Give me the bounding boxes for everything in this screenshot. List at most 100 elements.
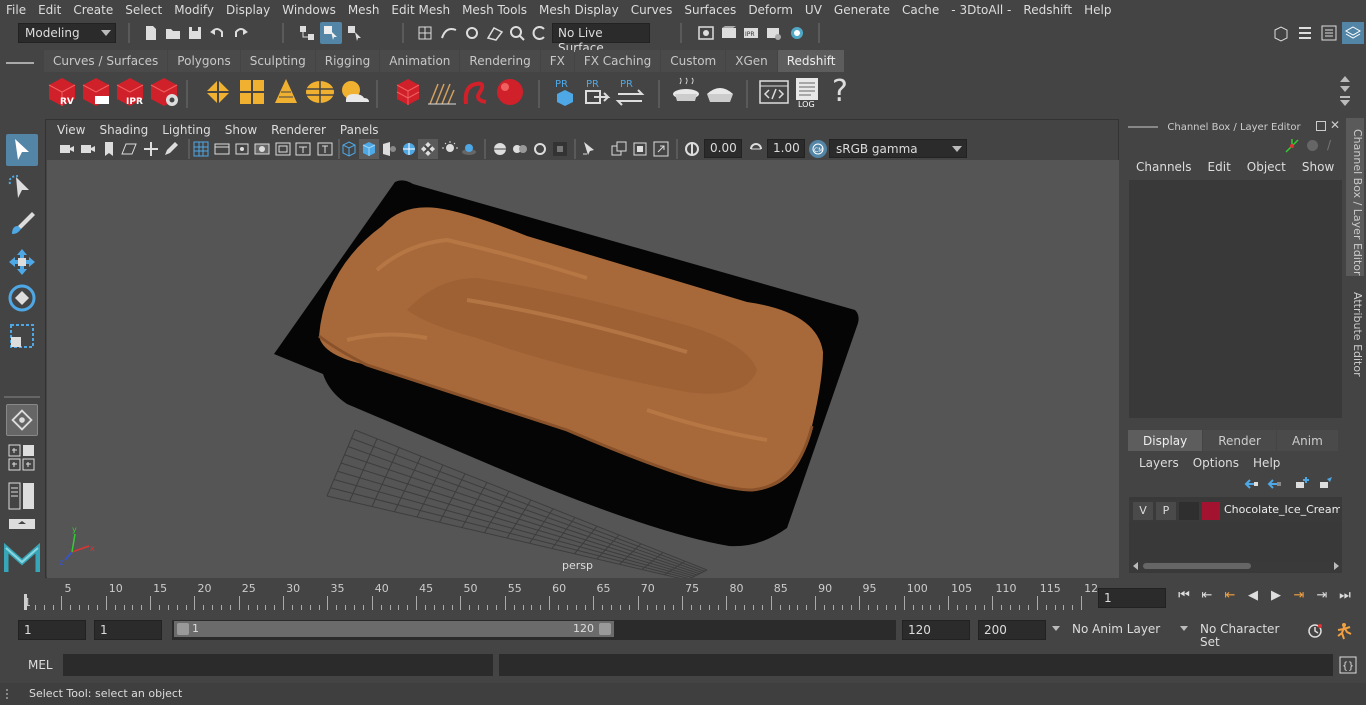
menu-edit[interactable]: Edit — [32, 3, 67, 17]
depth-of-field-icon[interactable] — [531, 140, 549, 158]
2d-pan-zoom-icon[interactable] — [142, 140, 160, 158]
layout-single-icon[interactable] — [8, 518, 36, 530]
step-forward-key-icon[interactable]: ⇥ — [1291, 588, 1307, 603]
resolution-gate-icon[interactable] — [233, 140, 251, 158]
command-input[interactable] — [63, 654, 493, 676]
scrollbar-thumb[interactable] — [1143, 563, 1251, 569]
time-slider-track[interactable]: 1 5 10 15 20 25 30 35 40 45 50 55 60 65 70 75 80 85 90 95 10… — [22, 580, 1098, 614]
range-slider-track[interactable]: 1 120 — [172, 620, 896, 640]
new-layer-selected-icon[interactable] — [1318, 476, 1334, 492]
gamma-field[interactable]: 1.00 — [767, 139, 805, 158]
menu-uv[interactable]: UV — [799, 3, 828, 17]
shelf-scroll-icon[interactable] — [1340, 76, 1352, 112]
layer-menu-options[interactable]: Options — [1186, 456, 1246, 470]
shelf-tab-redshift[interactable]: Redshift — [777, 50, 845, 72]
menu-display[interactable]: Display — [220, 3, 276, 17]
redshift-settings-icon[interactable] — [148, 76, 180, 108]
character-set-dropdown[interactable]: No Character Set — [1178, 620, 1296, 649]
redshift-hair-icon[interactable] — [426, 76, 458, 108]
scale-tool-button[interactable] — [6, 320, 38, 352]
script-language-toggle[interactable]: MEL — [28, 658, 53, 672]
close-icon[interactable]: ✕ — [1330, 118, 1340, 132]
layer-menu-layers[interactable]: Layers — [1132, 456, 1186, 470]
speed-icon[interactable] — [1307, 140, 1318, 151]
rotate-tool-button[interactable] — [6, 282, 38, 314]
play-forwards-icon[interactable]: ▶ — [1268, 588, 1284, 603]
ipr-render-icon[interactable]: IPR — [742, 24, 760, 42]
snap-point-icon[interactable] — [463, 24, 481, 42]
redshift-ipr-icon[interactable]: IPR — [114, 76, 146, 108]
redshift-curve-icon[interactable] — [460, 76, 492, 108]
channel-menu-channels[interactable]: Channels — [1128, 160, 1200, 174]
tool-settings-toggle-icon[interactable] — [1320, 24, 1338, 42]
shelf-tab-fx[interactable]: FX — [540, 50, 574, 72]
layer-color-swatch[interactable] — [1202, 502, 1220, 520]
menu-mesh-tools[interactable]: Mesh Tools — [456, 3, 533, 17]
viewport-menu-panels[interactable]: Panels — [333, 123, 386, 137]
viewport-menu-show[interactable]: Show — [218, 123, 264, 137]
xray-active-components-icon[interactable] — [631, 140, 649, 158]
float-panel-icon[interactable] — [1316, 121, 1326, 131]
bookmark-icon[interactable] — [100, 140, 118, 158]
exposure-icon[interactable] — [683, 140, 701, 158]
redshift-post-effects-icon[interactable]: PR — [549, 76, 581, 108]
scene-canvas[interactable]: x y z persp — [47, 160, 1119, 578]
screen-space-ao-icon[interactable] — [460, 140, 478, 158]
layer-row[interactable]: V P Chocolate_Ice_Cream_ — [1129, 500, 1342, 522]
save-scene-icon[interactable] — [186, 24, 204, 42]
render-frame-icon[interactable] — [720, 24, 738, 42]
redshift-volume-icon[interactable] — [392, 76, 424, 108]
viewport-menu-lighting[interactable]: Lighting — [155, 123, 218, 137]
film-gate-icon[interactable] — [213, 140, 231, 158]
layout-quad-icon[interactable] — [8, 444, 36, 472]
xray-joints-icon[interactable] — [610, 140, 628, 158]
mode-selector[interactable]: Modeling — [18, 23, 116, 43]
move-tool-button[interactable] — [6, 246, 38, 278]
view-transform-dropdown[interactable]: sRGB gamma — [829, 139, 967, 158]
live-surface-field[interactable]: No Live Surface — [552, 23, 650, 55]
shelf-tab-sculpting[interactable]: Sculpting — [240, 50, 315, 72]
animation-preferences-icon[interactable] — [1334, 621, 1354, 641]
channel-box-side-tab[interactable]: Channel Box / Layer Editor — [1346, 118, 1364, 276]
open-scene-icon[interactable] — [164, 24, 182, 42]
redshift-sphere-icon[interactable] — [494, 76, 526, 108]
attribute-editor-toggle-icon[interactable] — [1296, 24, 1314, 42]
menu-redshift[interactable]: Redshift — [1017, 3, 1078, 17]
snap-view-plane-icon[interactable] — [486, 24, 504, 42]
channel-menu-show[interactable]: Show — [1294, 160, 1342, 174]
step-forward-frame-icon[interactable]: ⇥ — [1314, 588, 1330, 603]
shelf-tab-rigging[interactable]: Rigging — [315, 50, 380, 72]
render-settings-icon[interactable] — [765, 24, 783, 42]
manipulator-icon[interactable] — [1284, 138, 1300, 154]
redshift-render-sequence-icon[interactable] — [80, 76, 112, 108]
shelf-tab-animation[interactable]: Animation — [380, 50, 460, 72]
range-end-handle[interactable] — [599, 623, 611, 635]
playback-end-field[interactable]: 120 — [902, 620, 970, 640]
redshift-pr-sync-icon[interactable]: PR — [614, 76, 646, 108]
layer-name[interactable]: Chocolate_Ice_Cream_ — [1224, 503, 1340, 516]
channel-box-toggle-button[interactable] — [1342, 22, 1364, 44]
attribute-editor-side-tab[interactable]: Attribute Editor — [1346, 284, 1364, 380]
go-to-start-icon[interactable]: ⏮ — [1176, 588, 1192, 603]
menu-deform[interactable]: Deform — [742, 3, 799, 17]
log-icon[interactable]: LOG — [792, 76, 824, 108]
current-frame-field[interactable]: 1 — [1098, 588, 1166, 608]
layer-tab-anim[interactable]: Anim — [1276, 430, 1338, 451]
layer-tab-render[interactable]: Render — [1203, 430, 1276, 451]
menu-3dtoall[interactable]: - 3DtoAll - — [945, 3, 1017, 17]
menu-generate[interactable]: Generate — [828, 3, 896, 17]
image-plane-icon[interactable] — [120, 140, 138, 158]
wireframe-icon[interactable] — [340, 140, 358, 158]
redshift-pie-icon[interactable] — [704, 76, 736, 108]
menu-help[interactable]: Help — [1078, 3, 1117, 17]
3d-viewport[interactable]: x y z persp — [47, 160, 1119, 578]
layer-display-type-toggle[interactable] — [1179, 502, 1199, 520]
shelf-tab-curves-surfaces[interactable]: Curves / Surfaces — [44, 50, 168, 72]
field-chart-icon[interactable] — [274, 140, 292, 158]
layer-menu-help[interactable]: Help — [1246, 456, 1287, 470]
new-layer-icon[interactable] — [1294, 476, 1310, 492]
redshift-area-light-icon[interactable] — [236, 76, 268, 108]
go-to-end-icon[interactable]: ⏭ — [1337, 588, 1353, 603]
redshift-sun-sky-icon[interactable] — [338, 76, 370, 108]
grid-toggle-icon[interactable] — [192, 140, 210, 158]
